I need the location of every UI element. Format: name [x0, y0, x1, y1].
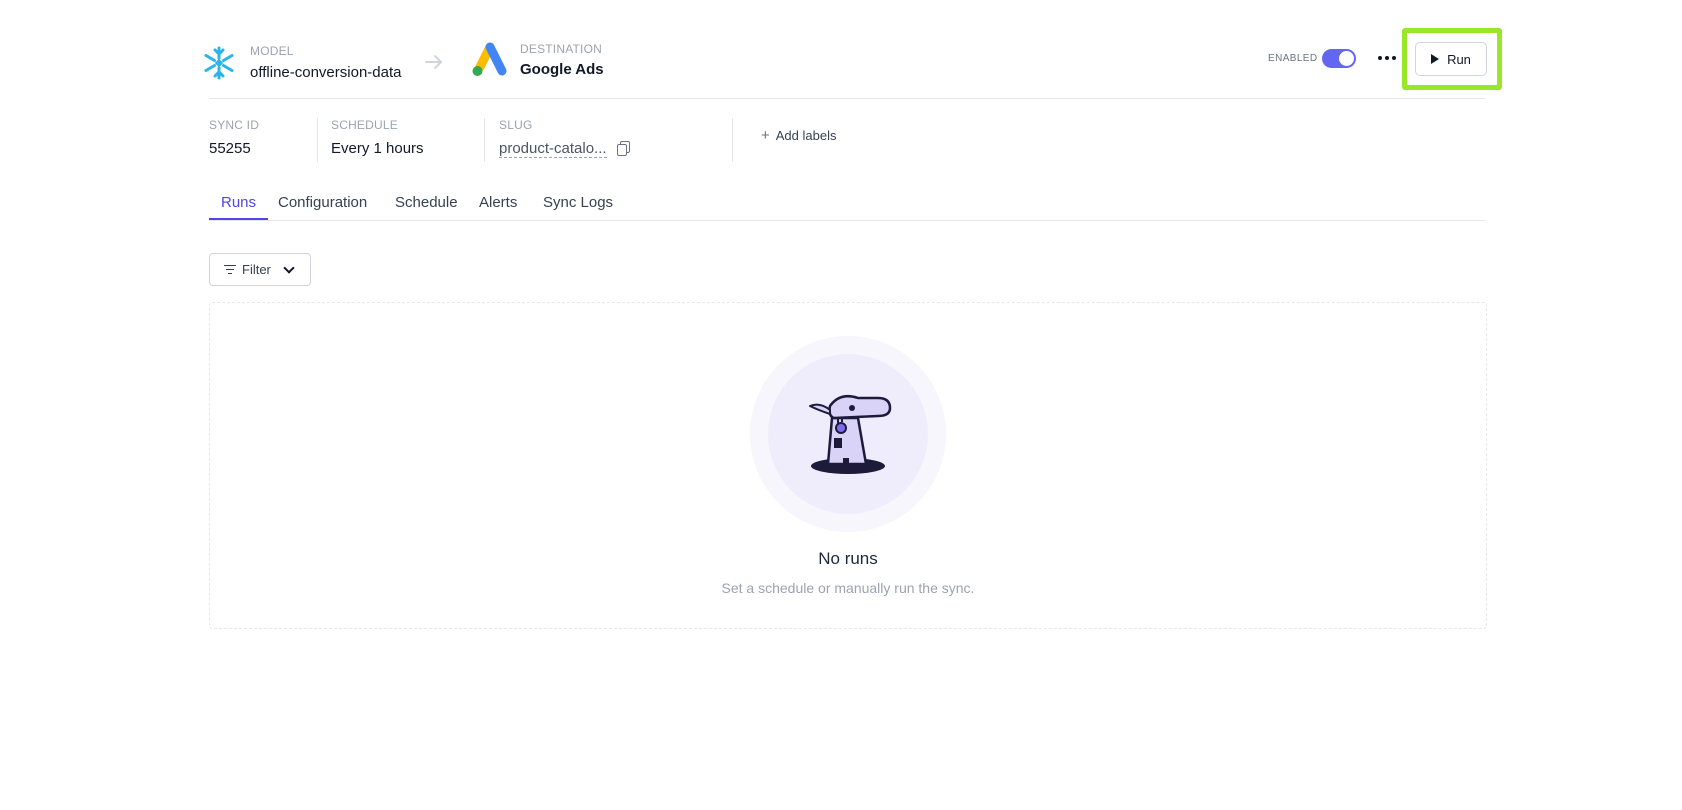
header-divider: [209, 98, 1485, 99]
destination-info: DESTINATION Google Ads: [520, 42, 604, 78]
sync-id-label: SYNC ID: [209, 118, 260, 132]
lighthouse-illustration: [750, 336, 946, 532]
filter-label: Filter: [242, 262, 271, 277]
info-divider: [484, 118, 485, 162]
model-info: MODEL offline-conversion-data: [250, 44, 401, 81]
sync-id-cell: SYNC ID 55255: [209, 118, 259, 162]
empty-state-title: No runs: [818, 549, 878, 568]
snowflake-icon: [204, 46, 234, 80]
play-icon: [1431, 54, 1440, 64]
slug-cell: SLUG product-catalo...: [499, 118, 631, 162]
tab-configuration[interactable]: Configuration: [278, 194, 367, 219]
sync-info-row: SYNC ID 55255 SCHEDULE Every 1 hours SLU…: [209, 118, 909, 166]
filter-icon: [224, 264, 236, 275]
plus-icon: +: [761, 127, 770, 144]
info-divider: [732, 118, 733, 162]
run-button-label: Run: [1447, 51, 1471, 67]
chevron-down-icon: [283, 261, 295, 274]
add-labels-label: Add labels: [775, 128, 837, 143]
enabled-toggle[interactable]: [1322, 49, 1356, 68]
copy-icon[interactable]: [616, 141, 631, 157]
slug-value-row: product-catalo...: [499, 140, 631, 158]
schedule-cell: SCHEDULE Every 1 hours: [331, 118, 424, 162]
schedule-label: SCHEDULE: [331, 118, 398, 132]
tab-bar: Runs Configuration Schedule Alerts Sync …: [209, 190, 1485, 221]
model-label: MODEL: [250, 44, 294, 58]
run-button[interactable]: Run: [1415, 42, 1487, 76]
filter-button[interactable]: Filter: [209, 253, 311, 286]
empty-state-subtitle: Set a schedule or manually run the sync.: [721, 580, 975, 596]
add-labels-button[interactable]: + Add labels: [761, 127, 836, 144]
destination-name[interactable]: Google Ads: [520, 61, 604, 78]
tab-alerts[interactable]: Alerts: [479, 194, 517, 219]
sync-header: MODEL offline-conversion-data DESTINATIO…: [202, 28, 1502, 98]
toggle-knob: [1339, 51, 1354, 66]
tab-schedule[interactable]: Schedule: [395, 194, 458, 219]
more-icon[interactable]: [1376, 48, 1398, 68]
schedule-value: Every 1 hours: [331, 140, 424, 157]
runs-empty-state: No runs Set a schedule or manually run t…: [209, 302, 1487, 629]
slug-label: SLUG: [499, 118, 533, 132]
tab-sync-logs[interactable]: Sync Logs: [543, 194, 613, 219]
model-name[interactable]: offline-conversion-data: [250, 64, 401, 81]
slug-value[interactable]: product-catalo...: [499, 140, 607, 158]
destination-label: DESTINATION: [520, 42, 602, 56]
sync-id-value: 55255: [209, 140, 251, 157]
arrow-right-icon: [425, 55, 442, 69]
tab-runs[interactable]: Runs: [209, 194, 269, 220]
enabled-label: ENABLED: [1268, 53, 1318, 64]
info-divider: [317, 118, 318, 162]
google-ads-icon: [472, 42, 507, 76]
